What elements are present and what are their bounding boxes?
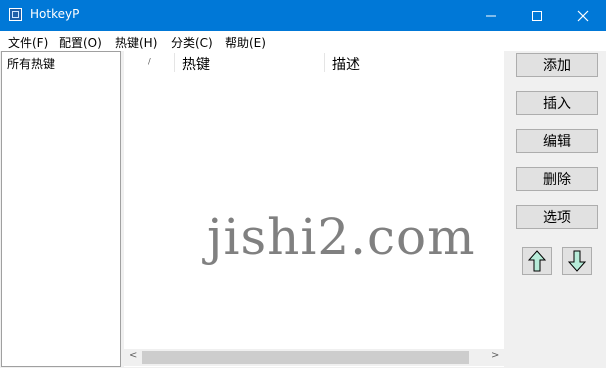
insert-button[interactable]: 插入	[516, 91, 598, 115]
maximize-icon	[532, 10, 542, 21]
menu-bar: 文件(F) 配置(O) 热键(H) 分类(C) 帮助(E)	[0, 31, 606, 51]
menu-category[interactable]: 分类(C)	[171, 34, 213, 51]
column-header-description[interactable]: 描述	[332, 54, 360, 74]
scroll-left-icon[interactable]: <	[129, 350, 137, 361]
add-button[interactable]: 添加	[516, 53, 598, 77]
menu-file[interactable]: 文件(F)	[8, 34, 48, 51]
arrow-down-icon	[568, 250, 586, 272]
options-button[interactable]: 选项	[516, 205, 598, 229]
scrollbar-thumb[interactable]	[142, 351, 469, 364]
move-down-button[interactable]	[562, 247, 592, 275]
horizontal-scrollbar[interactable]: < >	[124, 349, 504, 366]
column-header-sort[interactable]: /	[148, 57, 151, 66]
category-tree[interactable]: 所有热键	[1, 51, 121, 367]
minimize-icon	[486, 15, 496, 16]
menu-config[interactable]: 配置(O)	[59, 34, 102, 51]
app-icon	[9, 8, 22, 21]
column-divider[interactable]	[324, 53, 325, 72]
close-button[interactable]	[560, 0, 606, 31]
close-icon	[577, 10, 589, 21]
menu-hotkey[interactable]: 热键(H)	[115, 34, 157, 51]
minimize-button[interactable]	[468, 0, 514, 31]
list-header: / 热键 描述	[124, 51, 504, 74]
column-header-hotkey[interactable]: 热键	[182, 54, 210, 74]
scroll-right-icon[interactable]: >	[491, 350, 499, 361]
column-divider[interactable]	[174, 53, 175, 72]
delete-button[interactable]: 删除	[516, 167, 598, 191]
edit-button[interactable]: 编辑	[516, 129, 598, 153]
tree-item-all-hotkeys[interactable]: 所有热键	[7, 55, 55, 72]
title-bar[interactable]: HotkeyP	[0, 0, 606, 31]
arrow-up-icon	[528, 250, 546, 272]
watermark: jishi2.com	[207, 208, 476, 266]
window-title: HotkeyP	[30, 7, 80, 21]
move-up-button[interactable]	[522, 247, 552, 275]
maximize-button[interactable]	[514, 0, 560, 31]
menu-help[interactable]: 帮助(E)	[225, 34, 266, 51]
